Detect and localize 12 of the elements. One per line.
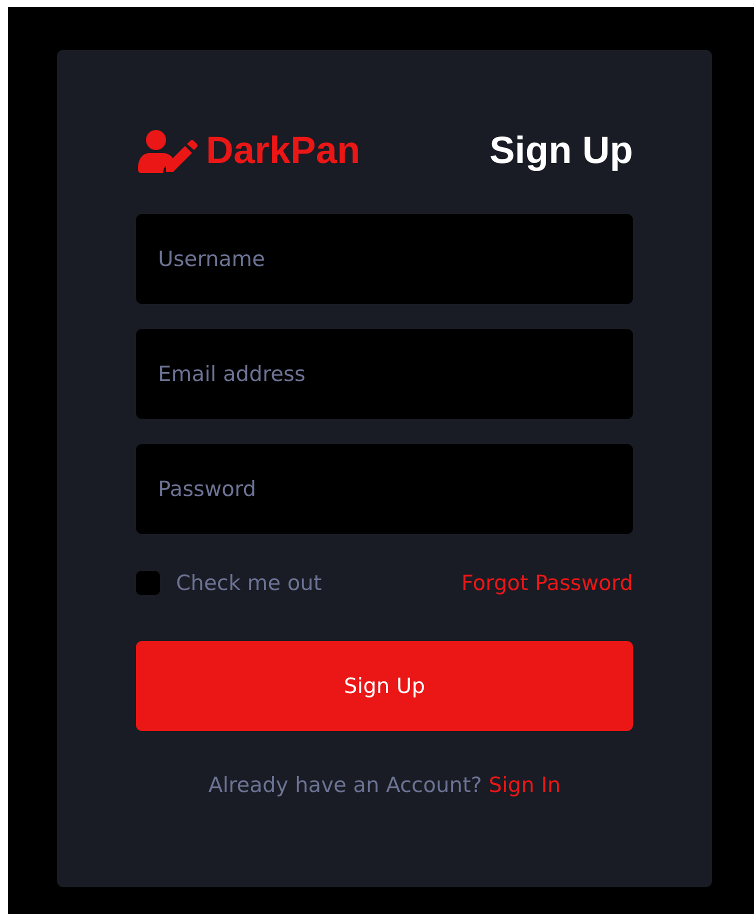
input-field[interactable]: Email address: [136, 329, 633, 419]
checkbox[interactable]: [136, 571, 160, 595]
input-field[interactable]: Password: [136, 444, 633, 534]
sign-in-link[interactable]: Sign In: [488, 773, 561, 797]
page-title: Sign Up: [489, 130, 633, 172]
user-edit-icon: [136, 129, 198, 173]
checkbox-label: Check me out: [176, 571, 322, 595]
forgot-password-link[interactable]: Forgot Password: [461, 571, 633, 595]
sign-in-prompt: Already have an Account? Sign In: [207, 773, 562, 797]
input-field[interactable]: Username: [136, 214, 633, 304]
brand-name: DarkPan: [206, 130, 360, 172]
sign-up-button[interactable]: Sign Up: [136, 641, 633, 731]
